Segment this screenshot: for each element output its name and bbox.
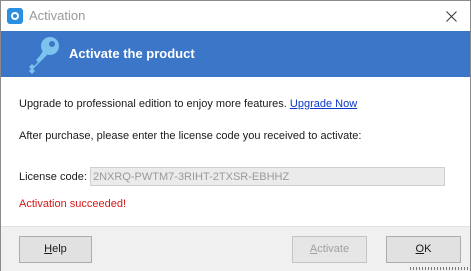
close-icon — [445, 10, 457, 22]
after-purchase-text: After purchase, please enter the license… — [19, 130, 362, 142]
activation-dialog: Activation Activate the product Upgrade … — [0, 0, 471, 271]
license-code-label: License code: — [19, 171, 87, 183]
help-button[interactable]: Help — [19, 236, 92, 263]
ok-button-mnemonic: O — [415, 243, 425, 255]
upgrade-text: Upgrade to professional edition to enjoy… — [19, 98, 287, 110]
help-button-mnemonic: H — [44, 243, 53, 255]
activate-button-label: ctivate — [317, 243, 350, 255]
close-button[interactable] — [438, 4, 464, 28]
activate-button[interactable]: Activate — [292, 236, 367, 263]
key-icon — [29, 37, 59, 74]
dialog-footer: Help Activate OK — [1, 226, 470, 271]
help-button-label: elp — [52, 243, 67, 255]
ok-button[interactable]: OK — [386, 236, 461, 263]
license-code-field[interactable] — [90, 167, 445, 186]
header-banner: Activate the product — [1, 31, 470, 77]
app-logo-icon — [7, 8, 23, 24]
upgrade-now-link[interactable]: Upgrade Now — [290, 98, 357, 110]
resize-grip[interactable] — [410, 267, 470, 270]
status-message: Activation succeeded! — [19, 198, 127, 210]
banner-title: Activate the product — [69, 46, 195, 61]
ok-button-label: K — [424, 243, 432, 255]
window-title: Activation — [29, 8, 86, 23]
upgrade-line: Upgrade to professional edition to enjoy… — [19, 97, 357, 111]
title-bar[interactable]: Activation — [1, 1, 470, 31]
